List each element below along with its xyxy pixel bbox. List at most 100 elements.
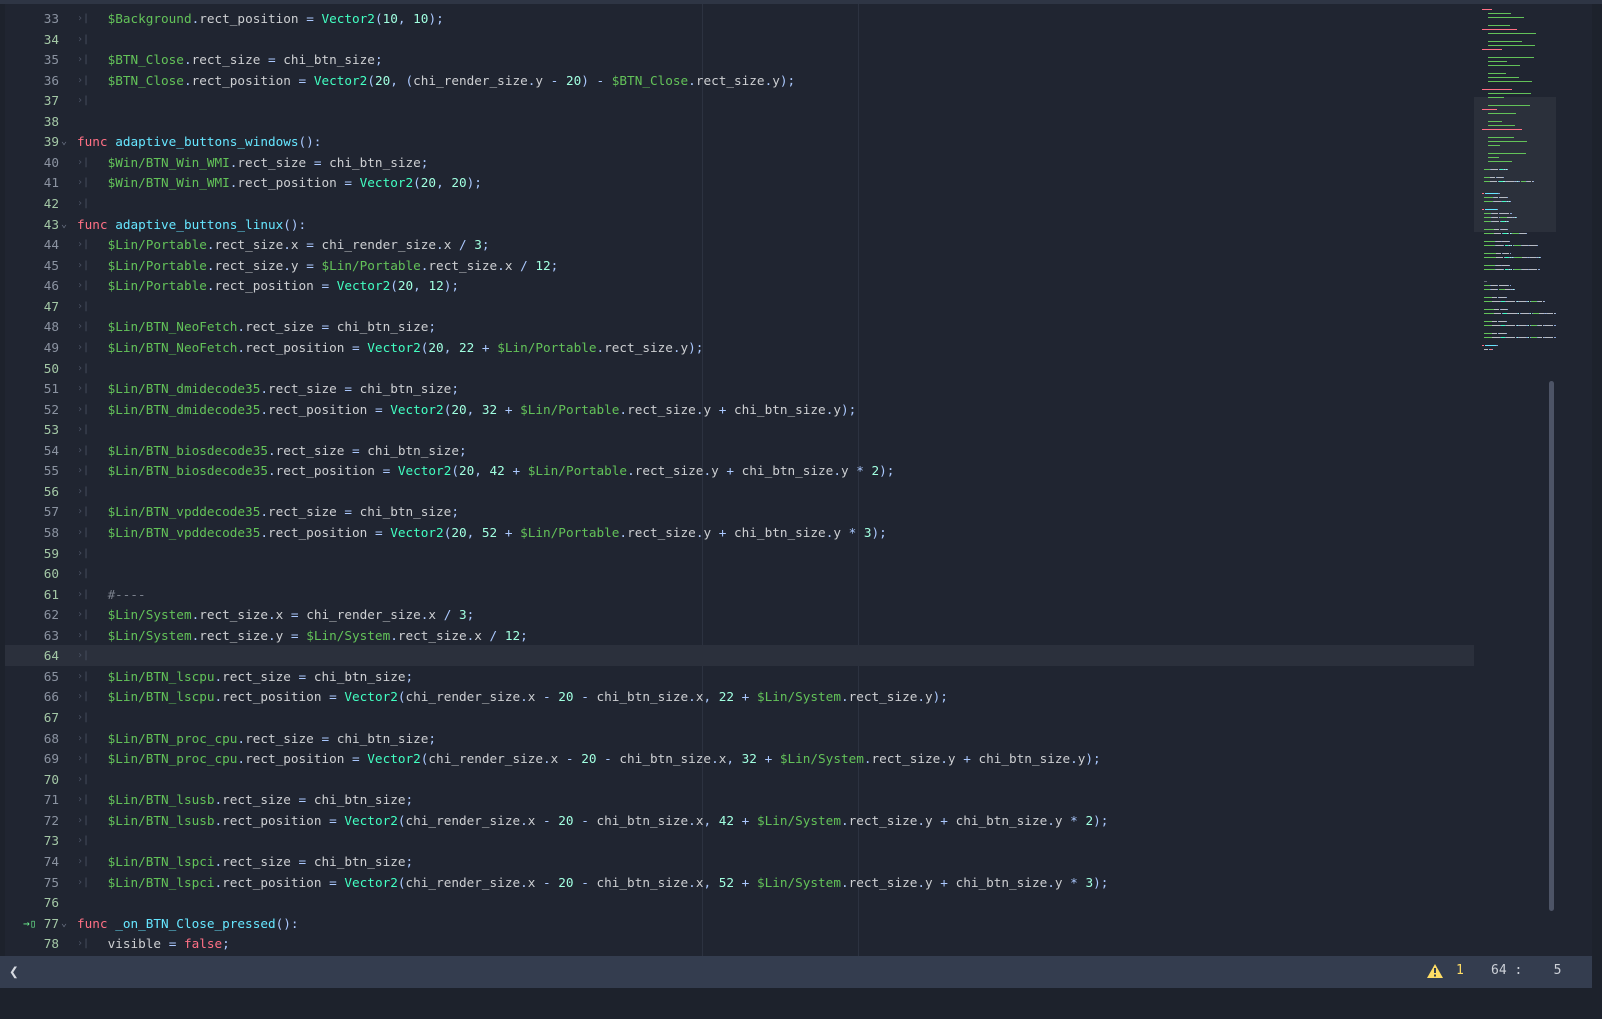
line-number: 61 — [43, 586, 59, 602]
code-text: $Background.rect_position = Vector2(10, … — [77, 8, 444, 29]
code-line[interactable]: 74 ›| $Lin/BTN_lspci.rect_size = chi_btn_… — [5, 851, 1474, 872]
fold-chevron-icon[interactable]: ⌄ — [61, 913, 71, 934]
code-line[interactable]: 78 ›| visible = false; — [5, 933, 1474, 954]
code-token: 20 — [397, 278, 414, 294]
code-text: $Lin/BTN_proc_cpu.rect_size = chi_btn_si… — [77, 728, 436, 749]
code-line[interactable]: 71 ›| $Lin/BTN_lsusb.rect_size = chi_btn_… — [5, 789, 1474, 810]
code-line[interactable]: 75 ›| $Lin/BTN_lspci.rect_position = Vect… — [5, 872, 1474, 893]
code-line[interactable]: 69 ›| $Lin/BTN_proc_cpu.rect_position = V… — [5, 748, 1474, 769]
code-token: rect_position — [222, 689, 322, 705]
code-line[interactable]: 44 ›| $Lin/Portable.rect_size.x = chi_ren… — [5, 234, 1474, 255]
code-line[interactable]: 54 ›| $Lin/BTN_biosdecode35.rect_size = c… — [5, 440, 1474, 461]
code-line[interactable]: 68 ›| $Lin/BTN_proc_cpu.rect_size = chi_b… — [5, 728, 1474, 749]
code-line[interactable]: 62 ›| $Lin/System.rect_size.x = chi_rende… — [5, 604, 1474, 625]
code-line[interactable]: 41 ›| $Win/BTN_Win_WMI.rect_position = Ve… — [5, 172, 1474, 193]
minimap-token — [1488, 141, 1527, 142]
code-editor[interactable]: 33 ›| $Background.rect_position = Vector2… — [5, 4, 1592, 956]
code-line[interactable]: →▯ 77 ⌄ func _on_BTN_Close_pressed(): — [5, 913, 1474, 934]
fold-chevron-icon[interactable]: ⌄ — [61, 131, 71, 152]
code-line[interactable]: 76 — [5, 892, 1474, 913]
warning-count[interactable]: 1 — [1456, 963, 1464, 978]
code-line[interactable]: 33 ›| $Background.rect_position = Vector2… — [5, 8, 1474, 29]
code-line[interactable]: 73 ›| — [5, 830, 1474, 851]
minimap-token — [1555, 325, 1557, 326]
code-text — [77, 645, 108, 666]
code-token: chi_btn_size — [313, 792, 406, 808]
code-token: $Lin/System — [107, 607, 192, 623]
code-line[interactable]: 40 ›| $Win/BTN_Win_WMI.rect_size = chi_bt… — [5, 152, 1474, 173]
minimap-token — [1507, 169, 1509, 170]
code-line[interactable]: 70 ›| — [5, 769, 1474, 790]
code-token: 3 — [863, 525, 872, 540]
code-line[interactable]: 38 — [5, 111, 1474, 132]
code-line[interactable]: 51 ›| $Lin/BTN_dmidecode35.rect_size = ch… — [5, 378, 1474, 399]
scrollbar-thumb[interactable] — [1549, 381, 1554, 911]
minimap-token — [1500, 229, 1508, 230]
code-token: chi_btn_size — [596, 812, 689, 828]
code-token: rect_size — [199, 607, 268, 623]
code-line[interactable]: 63 ›| $Lin/System.rect_size.y = $Lin/Syst… — [5, 625, 1474, 646]
code-token: ( — [405, 72, 414, 88]
line-number: 39 — [43, 134, 59, 150]
code-line[interactable]: 39 ⌄ func adaptive_buttons_windows(): — [5, 131, 1474, 152]
code-line[interactable]: 58 ›| $Lin/BTN_vpddecode35.rect_position … — [5, 522, 1474, 543]
code-line[interactable]: 64 ›| — [5, 645, 1474, 667]
code-line[interactable]: 43 ⌄ func adaptive_buttons_linux(): — [5, 214, 1474, 235]
code-token: = — [329, 874, 337, 890]
code-line[interactable]: 53 ›| — [5, 419, 1474, 440]
code-line[interactable]: 66 ›| $Lin/BTN_lscpu.rect_position = Vect… — [5, 686, 1474, 707]
code-line[interactable]: 65 ›| $Lin/BTN_lscpu.rect_size = chi_btn_… — [5, 666, 1474, 687]
minimap-token — [1482, 129, 1522, 130]
code-line[interactable]: 67 ›| — [5, 707, 1474, 728]
code-token: rect_size — [237, 154, 307, 170]
minimap-token — [1499, 297, 1506, 298]
code-line[interactable]: 61 ›| #---- — [5, 584, 1474, 605]
code-line[interactable]: 42 ›| — [5, 193, 1474, 214]
code-token: . — [214, 812, 223, 828]
code-line[interactable]: 34 ›| — [5, 29, 1474, 50]
code-token: . — [237, 319, 246, 335]
vertical-scrollbar[interactable] — [1548, 9, 1555, 949]
fold-chevron-icon[interactable]: ⌄ — [61, 214, 71, 235]
code-line[interactable]: 35 ›| $BTN_Close.rect_size = chi_btn_size… — [5, 49, 1474, 70]
code-line[interactable]: 60 ›| — [5, 563, 1474, 584]
minimap-token — [1502, 265, 1509, 266]
minimap[interactable] — [1474, 4, 1557, 350]
code-line[interactable]: 36 ›| $BTN_Close.rect_position = Vector2(… — [5, 70, 1474, 91]
code-token: ); — [1093, 812, 1109, 828]
code-line[interactable]: 56 ›| — [5, 481, 1474, 502]
code-line[interactable]: 59 ›| — [5, 543, 1474, 564]
line-number: 63 — [43, 627, 59, 643]
code-line[interactable]: 55 ›| $Lin/BTN_biosdecode35.rect_position… — [5, 460, 1474, 481]
minimap-token — [1482, 29, 1517, 30]
code-token: rect_size — [222, 668, 291, 684]
code-line[interactable]: 48 ›| $Lin/BTN_NeoFetch.rect_size = chi_b… — [5, 316, 1474, 337]
warning-icon[interactable] — [1427, 964, 1443, 982]
code-token: 2 — [1085, 812, 1094, 828]
line-number: 42 — [43, 196, 59, 212]
code-token: func — [77, 134, 108, 150]
code-text: $Lin/BTN_biosdecode35.rect_size = chi_bt… — [77, 440, 467, 461]
toggle-scripts-panel-button[interactable]: ❮ — [9, 962, 19, 981]
code-line[interactable]: 47 ›| — [5, 296, 1474, 317]
code-line[interactable]: 45 ›| $Lin/Portable.rect_size.y = $Lin/Po… — [5, 255, 1474, 276]
code-text: $Lin/Portable.rect_size.x = chi_render_s… — [77, 234, 490, 255]
code-line[interactable]: 57 ›| $Lin/BTN_vpddecode35.rect_size = ch… — [5, 501, 1474, 522]
code-line[interactable]: 50 ›| — [5, 358, 1474, 379]
code-line[interactable]: 72 ›| $Lin/BTN_lsusb.rect_position = Vect… — [5, 810, 1474, 831]
code-token: rect_size — [695, 72, 765, 88]
code-line[interactable]: 37 ›| — [5, 90, 1474, 111]
code-line[interactable]: 52 ›| $Lin/BTN_dmidecode35.rect_position … — [5, 399, 1474, 420]
code-text: $BTN_Close.rect_position = Vector2(20, (… — [77, 70, 796, 91]
code-line[interactable]: 49 ›| $Lin/BTN_NeoFetch.rect_position = V… — [5, 337, 1474, 358]
code-line[interactable]: 46 ›| $Lin/Portable.rect_position = Vecto… — [5, 275, 1474, 296]
